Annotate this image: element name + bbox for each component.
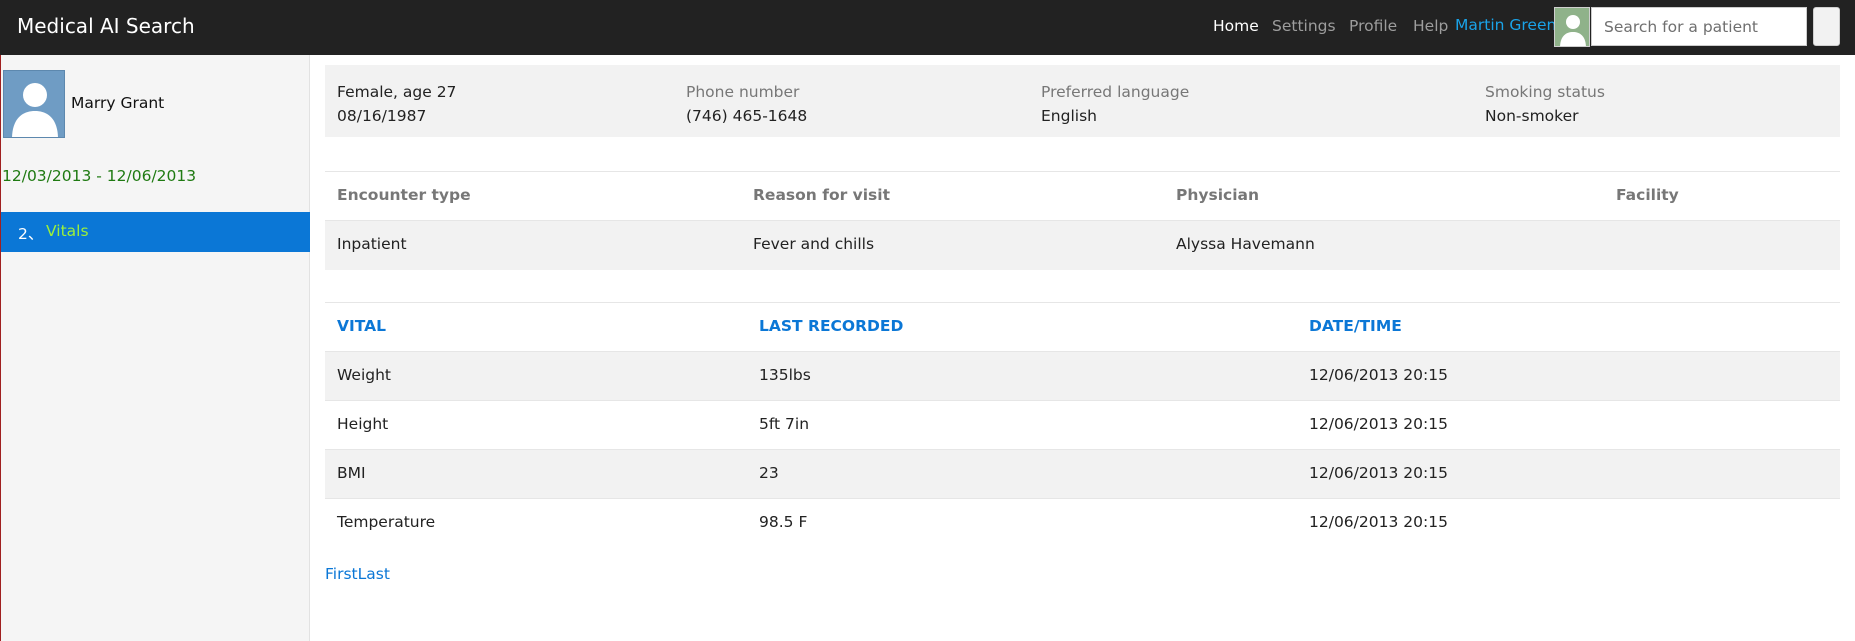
header-physician: Physician — [1176, 186, 1260, 204]
table-row: BMI 23 12/06/2013 20:15 — [325, 450, 1840, 499]
vital-value-cell: 23 — [759, 464, 779, 482]
demographics-smoking: Smoking status Non-smoker — [1485, 80, 1605, 128]
sidebar-item-vitals[interactable]: 2、 Vitals — [1, 212, 310, 252]
patient-demographics: Female, age 27 08/16/1987 Phone number (… — [325, 65, 1840, 137]
pagination: FirstLast — [325, 565, 390, 583]
physician-cell: Alyssa Havemann — [1176, 235, 1315, 253]
vital-name-cell: Weight — [337, 366, 392, 384]
nav-home[interactable]: Home — [1213, 17, 1259, 35]
table-row: Height 5ft 7in 12/06/2013 20:15 — [325, 401, 1840, 450]
header-encounter-type: Encounter type — [337, 186, 471, 204]
pager-first-link[interactable]: First — [325, 565, 358, 583]
phone-label: Phone number — [686, 83, 800, 101]
vital-name-cell: Height — [337, 415, 389, 433]
smoking-label: Smoking status — [1485, 83, 1605, 101]
vital-value-cell: 5ft 7in — [759, 415, 810, 433]
vital-datetime-cell: 12/06/2013 20:15 — [1309, 415, 1448, 433]
search-button[interactable] — [1813, 7, 1840, 46]
demographics-gender-age: Female, age 27 08/16/1987 — [337, 80, 456, 128]
smoking-value: Non-smoker — [1485, 107, 1579, 125]
demographics-phone: Phone number (746) 465-1648 — [686, 80, 807, 128]
sidebar-item-number: 2、 — [18, 225, 44, 243]
vital-value-cell: 98.5 F — [759, 513, 808, 531]
vital-value-cell: 135lbs — [759, 366, 811, 384]
nav-help[interactable]: Help — [1413, 17, 1448, 35]
header-reason: Reason for visit — [753, 186, 891, 204]
gender-age: Female, age 27 — [337, 83, 457, 101]
table-row: Weight 135lbs 12/06/2013 20:15 — [325, 352, 1840, 401]
table-row: Temperature 98.5 F 12/06/2013 20:15 — [325, 499, 1840, 548]
language-label: Preferred language — [1041, 83, 1190, 101]
encounter-table: Encounter type Reason for visit Physicia… — [325, 171, 1840, 270]
nav-settings[interactable]: Settings — [1272, 17, 1336, 35]
vital-datetime-cell: 12/06/2013 20:15 — [1309, 464, 1448, 482]
brand-title[interactable]: Medical AI Search — [17, 14, 195, 38]
demographics-language: Preferred language English — [1041, 80, 1189, 128]
user-name-link[interactable]: Martin Green — [1455, 16, 1556, 34]
table-row: Inpatient Fever and chills Alyssa Havema… — [325, 221, 1840, 270]
sidebar: Marry Grant 12/03/2013 - 12/06/2013 2、 V… — [0, 55, 310, 641]
encounter-header-row: Encounter type Reason for visit Physicia… — [325, 172, 1840, 221]
reason-cell: Fever and chills — [753, 235, 875, 253]
patient-search-input[interactable] — [1591, 7, 1807, 46]
vitals-header-row: VITAL LAST RECORDED DATE/TIME — [325, 303, 1840, 352]
top-navbar: Medical AI Search Home Settings Profile … — [0, 0, 1855, 55]
language-value: English — [1041, 107, 1097, 125]
user-avatar-icon[interactable] — [1554, 7, 1590, 47]
patient-name: Marry Grant — [71, 94, 165, 112]
vital-name-cell: BMI — [337, 464, 366, 482]
nav-profile[interactable]: Profile — [1349, 17, 1397, 35]
birth-date: 08/16/1987 — [337, 107, 427, 125]
phone-value: (746) 465-1648 — [686, 107, 808, 125]
header-last-recorded-sort[interactable]: LAST RECORDED — [759, 317, 903, 335]
header-facility: Facility — [1616, 186, 1679, 204]
sidebar-item-label: Vitals — [46, 222, 89, 240]
vital-name-cell: Temperature — [337, 513, 436, 531]
header-vital-sort[interactable]: VITAL — [337, 317, 386, 335]
vitals-table: VITAL LAST RECORDED DATE/TIME Weight 135… — [325, 302, 1840, 548]
encounter-date-range[interactable]: 12/03/2013 - 12/06/2013 — [2, 167, 196, 185]
pager-last-link[interactable]: Last — [358, 565, 390, 583]
vital-datetime-cell: 12/06/2013 20:15 — [1309, 513, 1448, 531]
vital-datetime-cell: 12/06/2013 20:15 — [1309, 366, 1448, 384]
patient-avatar-icon — [3, 70, 65, 138]
header-datetime-sort[interactable]: DATE/TIME — [1309, 317, 1402, 335]
encounter-type-cell: Inpatient — [337, 235, 407, 253]
